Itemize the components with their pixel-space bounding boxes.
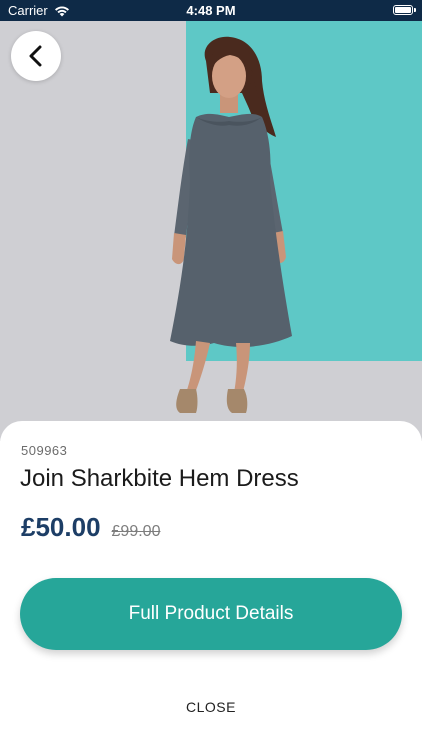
product-title: Join Sharkbite Hem Dress bbox=[20, 465, 299, 492]
product-sheet: 509963 Join Sharkbite Hem Dress £50.00 £… bbox=[0, 421, 422, 750]
full-product-details-button[interactable]: Full Product Details bbox=[20, 578, 402, 650]
chevron-left-icon bbox=[29, 45, 42, 67]
status-bar: Carrier 4:48 PM bbox=[0, 0, 422, 21]
product-photo bbox=[0, 21, 422, 441]
back-button[interactable] bbox=[11, 31, 61, 81]
sale-price: £50.00 bbox=[21, 512, 101, 542]
product-sku: 509963 bbox=[21, 443, 68, 458]
original-price: £99.00 bbox=[111, 523, 161, 540]
price-row: £50.00 £99.00 bbox=[21, 512, 160, 543]
model-figure bbox=[170, 36, 292, 413]
status-time: 4:48 PM bbox=[186, 3, 236, 18]
battery-icon bbox=[393, 5, 416, 15]
close-button[interactable]: CLOSE bbox=[0, 699, 422, 715]
